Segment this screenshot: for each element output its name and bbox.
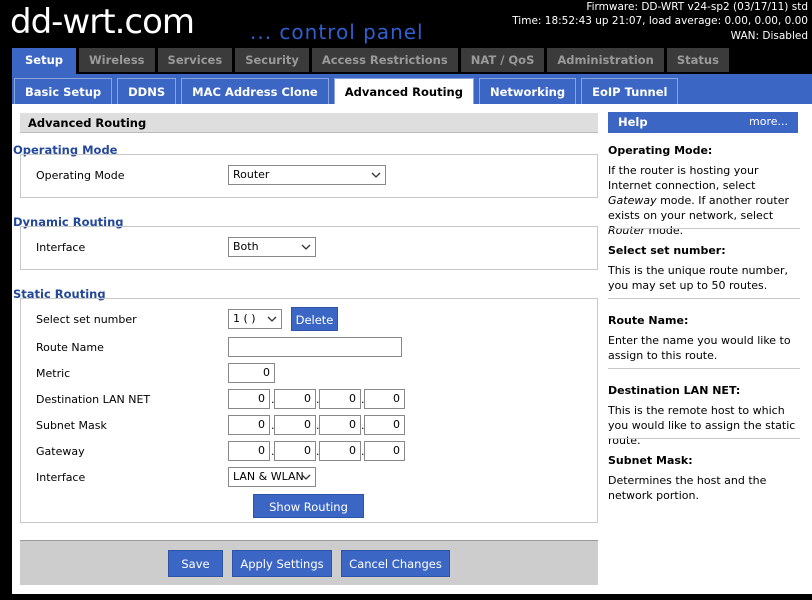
delete-button[interactable]: Delete: [291, 307, 338, 331]
help-divider: [608, 228, 800, 229]
dest-octet-2[interactable]: 0: [274, 389, 316, 409]
help-divider: [608, 368, 800, 369]
tab-nat-qos[interactable]: NAT / QoS: [460, 48, 545, 72]
help-heading: Operating Mode:: [608, 144, 713, 157]
gateway-label: Gateway: [36, 445, 85, 458]
gateway-octet-3[interactable]: 0: [319, 441, 361, 461]
gateway-octet-2[interactable]: 0: [274, 441, 316, 461]
operating-mode-label: Operating Mode: [36, 169, 125, 182]
route-name-label: Route Name: [36, 341, 104, 354]
help-divider: [608, 438, 800, 439]
sub-tabs: Basic Setup DDNS MAC Address Clone Advan…: [14, 78, 679, 104]
gateway-octet-4[interactable]: 0: [364, 441, 405, 461]
help-divider: [608, 298, 800, 299]
subnet-mask-label: Subnet Mask: [36, 419, 107, 432]
metric-label: Metric: [36, 367, 71, 380]
mask-octet-2[interactable]: 0: [274, 415, 316, 435]
operating-mode-select[interactable]: Router: [228, 165, 386, 185]
firmware-info: Firmware: DD-WRT v24-sp2 (03/17/11) std: [586, 1, 808, 13]
show-routing-table-button[interactable]: Show Routing Table: [253, 494, 364, 538]
static-interface-select[interactable]: LAN & WLAN: [228, 467, 316, 487]
subtab-eoip-tunnel[interactable]: EoIP Tunnel: [581, 78, 679, 104]
chevron-down-icon: [301, 474, 311, 480]
help-text: This is the unique route number, you may…: [608, 264, 789, 292]
help-item: Subnet Mask: Determines the host and the…: [608, 453, 800, 503]
help-heading: Subnet Mask:: [608, 454, 693, 467]
dest-octet-1[interactable]: 0: [228, 389, 270, 409]
chevron-down-icon: [371, 172, 381, 178]
uptime-info: Time: 18:52:43 up 21:07, load average: 0…: [512, 15, 808, 27]
tab-setup[interactable]: Setup: [12, 48, 76, 74]
subtab-basic-setup[interactable]: Basic Setup: [14, 78, 113, 104]
ddwrt-logo: dd-wrt.com: [10, 2, 195, 42]
dynamic-interface-label: Interface: [36, 241, 86, 254]
tab-status[interactable]: Status: [666, 48, 729, 72]
help-text: If the router is hosting your Internet c…: [608, 164, 789, 237]
help-title-bar: Help more...: [608, 112, 798, 133]
mask-octet-3[interactable]: 0: [319, 415, 361, 435]
tab-services[interactable]: Services: [157, 48, 233, 72]
gateway-octet-1[interactable]: 0: [228, 441, 270, 461]
main-tabs: Setup Wireless Services Security Access …: [12, 48, 729, 74]
tab-wireless[interactable]: Wireless: [79, 48, 155, 72]
action-button-bar: Save Apply Settings Cancel Changes: [20, 540, 598, 585]
help-heading: Destination LAN NET:: [608, 384, 741, 397]
page-title-bar: Advanced Routing: [20, 113, 598, 133]
help-item: Route Name: Enter the name you would lik…: [608, 313, 800, 363]
set-number-select[interactable]: 1 ( ): [228, 309, 282, 329]
subtab-ddns[interactable]: DDNS: [117, 78, 177, 104]
tab-administration[interactable]: Administration: [547, 48, 664, 72]
metric-input[interactable]: 0: [228, 363, 275, 383]
subtab-networking[interactable]: Networking: [478, 78, 577, 104]
help-heading: Route Name:: [608, 314, 689, 327]
route-name-input[interactable]: [228, 337, 402, 357]
tab-access-restrictions[interactable]: Access Restrictions: [311, 48, 458, 72]
wan-status: WAN: Disabled: [730, 30, 808, 42]
page-title: Advanced Routing: [28, 116, 147, 130]
mask-octet-1[interactable]: 0: [228, 415, 270, 435]
mask-octet-4[interactable]: 0: [364, 415, 405, 435]
help-panel: Help more... Operating Mode: If the rout…: [608, 104, 812, 594]
content-area: Advanced Routing Operating Mode Operatin…: [12, 104, 812, 594]
help-item: Operating Mode: If the router is hosting…: [608, 143, 800, 238]
dest-octet-4[interactable]: 0: [364, 389, 405, 409]
set-number-label: Select set number: [36, 313, 137, 326]
subtab-advanced-routing[interactable]: Advanced Routing: [333, 78, 474, 104]
settings-panel: Advanced Routing Operating Mode Operatin…: [12, 104, 608, 594]
help-more-link[interactable]: more...: [749, 115, 788, 128]
header: dd-wrt.com ... control panel Firmware: D…: [0, 0, 812, 46]
subtab-mac-address-clone[interactable]: MAC Address Clone: [181, 78, 329, 104]
save-button[interactable]: Save: [168, 550, 223, 577]
dynamic-interface-select[interactable]: Both: [228, 237, 316, 257]
apply-settings-button[interactable]: Apply Settings: [232, 550, 332, 577]
operating-mode-section: Operating Mode Router: [20, 154, 598, 198]
help-text: Determines the host and the network port…: [608, 474, 767, 502]
help-text: Enter the name you would like to assign …: [608, 334, 791, 362]
control-panel-subtitle: ... control panel: [250, 20, 424, 44]
dynamic-routing-section: Interface Both: [20, 226, 598, 270]
help-item: Select set number: This is the unique ro…: [608, 243, 800, 293]
help-text: This is the remote host to which you wou…: [608, 404, 796, 447]
dest-octet-3[interactable]: 0: [319, 389, 361, 409]
chevron-down-icon: [301, 244, 311, 250]
help-title: Help: [618, 115, 648, 129]
static-interface-label: Interface: [36, 471, 86, 484]
tab-security[interactable]: Security: [235, 48, 309, 72]
help-heading: Select set number:: [608, 244, 726, 257]
chevron-down-icon: [267, 316, 277, 322]
static-routing-section: Select set number 1 ( ) Delete Route Nam…: [20, 298, 598, 538]
destination-lan-net-label: Destination LAN NET: [36, 393, 151, 406]
cancel-changes-button[interactable]: Cancel Changes: [341, 550, 450, 577]
